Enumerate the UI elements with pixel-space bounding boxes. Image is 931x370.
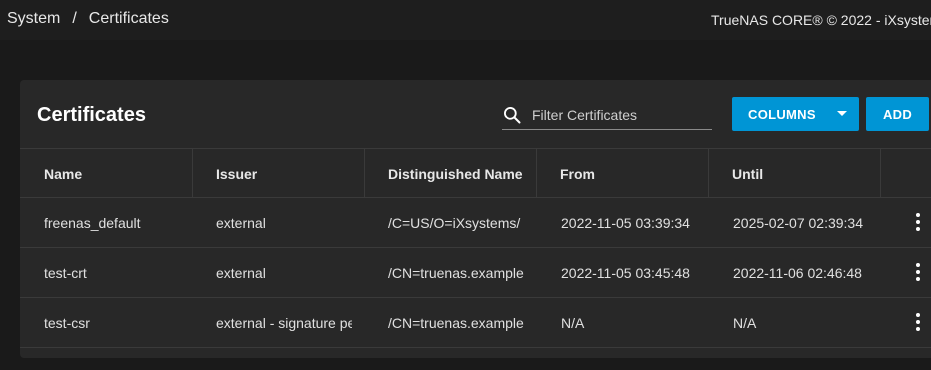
cell-from: 2022-11-05 03:45:48 [561,264,690,281]
filter-input[interactable] [532,104,710,126]
cell-from: N/A [561,314,585,331]
columns-button[interactable]: COLUMNS [732,97,859,131]
table-row[interactable]: test-crt external /CN=truenas.example 20… [20,248,931,298]
columns-button-label: COLUMNS [748,106,816,122]
copyright-text: TrueNAS CORE® © 2022 - iXsystems [711,12,931,28]
column-header-until[interactable]: Until [708,149,881,198]
cell-distinguished-name: /CN=truenas.example [388,264,524,281]
breadcrumb-parent[interactable]: System [7,10,60,27]
cell-issuer: external - signature pe [216,314,352,331]
breadcrumb-separator: / [72,10,77,27]
cell-until: 2025-02-07 02:39:34 [733,214,863,231]
cell-issuer: external [216,214,266,231]
cell-name: freenas_default [44,214,141,231]
cell-distinguished-name: /CN=truenas.example [388,314,524,331]
more-vert-icon[interactable] [908,210,928,234]
column-header-from[interactable]: From [536,149,709,198]
breadcrumb-current: Certificates [88,10,169,27]
more-vert-icon[interactable] [908,310,928,334]
cell-until: 2022-11-06 02:46:48 [733,264,862,281]
add-button[interactable]: ADD [866,97,929,131]
cell-distinguished-name: /C=US/O=iXsystems/ [388,214,521,231]
cell-name: test-crt [44,264,87,281]
column-header-distinguished-name[interactable]: Distinguished Name [364,149,537,198]
cell-until: N/A [733,314,757,331]
more-vert-icon[interactable] [908,260,928,284]
table-row[interactable]: freenas_default external /C=US/O=iXsyste… [20,198,931,248]
top-bar: System / Certificates TrueNAS CORE® © 2022… [0,0,931,40]
filter-box [502,104,712,130]
cell-issuer: external [216,264,266,281]
cell-name: test-csr [44,314,90,331]
table-header: Name Issuer Distinguished Name From Unti… [20,148,931,198]
search-icon [504,107,521,124]
table-row[interactable]: test-csr external - signature pe /CN=tru… [20,298,931,348]
page-title: Certificates [37,104,146,126]
caret-down-icon [837,111,847,116]
cell-from: 2022-11-05 03:39:34 [561,214,690,231]
column-header-issuer[interactable]: Issuer [192,149,365,198]
column-header-name[interactable]: Name [20,149,193,198]
certificates-card: Certificates COLUMNS ADD Name Issuer Dis… [20,80,931,358]
breadcrumb: System / Certificates [7,10,169,28]
